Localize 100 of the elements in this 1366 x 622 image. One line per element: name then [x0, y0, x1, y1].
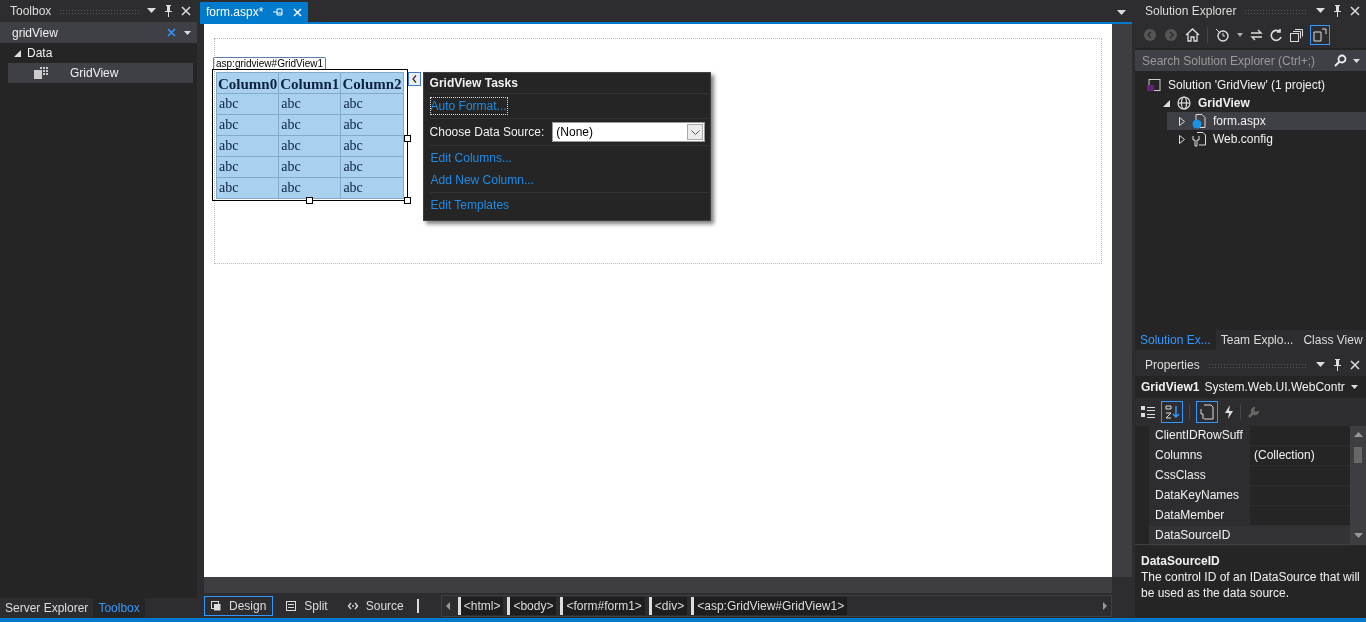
scrollbar[interactable]: [1350, 426, 1366, 544]
scrollbar-thumb[interactable]: [1354, 447, 1362, 463]
table-cell: abc: [216, 135, 279, 157]
close-icon[interactable]: [181, 6, 191, 16]
table-cell: abc: [216, 114, 279, 136]
property-row[interactable]: DataSourceID: [1149, 526, 1350, 546]
tree-label: Web.config: [1213, 132, 1273, 146]
expanded-icon[interactable]: [1163, 99, 1170, 107]
sync-icon[interactable]: [1250, 29, 1263, 41]
toolbox-group[interactable]: Data: [0, 43, 197, 63]
tree-item[interactable]: form.aspx: [1167, 112, 1366, 130]
panel-tab[interactable]: Toolbox: [93, 598, 145, 618]
tree-label: Solution 'GridView' (1 project): [1168, 78, 1326, 92]
tree-item[interactable]: Web.config: [1167, 130, 1366, 148]
close-icon[interactable]: [1350, 6, 1360, 16]
clock-icon[interactable]: [1215, 28, 1230, 42]
column-header: Column1: [278, 72, 341, 94]
dropdown-icon[interactable]: [147, 8, 156, 14]
scroll-down-icon[interactable]: [1353, 533, 1363, 538]
refresh-icon[interactable]: [1270, 28, 1283, 42]
pin-icon[interactable]: [1333, 5, 1342, 17]
lightning-icon[interactable]: [1224, 405, 1234, 419]
tag-breadcrumb[interactable]: <div>: [648, 596, 688, 615]
close-icon[interactable]: [1350, 360, 1360, 370]
property-row[interactable]: Columns (Collection): [1149, 446, 1350, 466]
search-field[interactable]: gridView: [0, 22, 197, 43]
property-row[interactable]: CssClass: [1149, 466, 1350, 486]
property-value[interactable]: (Collection): [1250, 446, 1350, 465]
task-link[interactable]: Edit Templates: [429, 196, 511, 214]
search-icon[interactable]: [1334, 54, 1347, 67]
tree-label: GridView: [1198, 96, 1250, 110]
resize-handle[interactable]: [403, 197, 411, 204]
categorized-icon[interactable]: [1141, 405, 1155, 419]
wrench-icon[interactable]: [1247, 405, 1261, 419]
config-file-icon: [1192, 131, 1206, 147]
solution-icon: [1147, 78, 1161, 92]
tag-breadcrumb[interactable]: <body>: [507, 596, 557, 615]
pin-icon[interactable]: [164, 5, 173, 17]
panel-title: Properties: [1145, 358, 1200, 372]
pin-icon[interactable]: [1333, 359, 1342, 371]
collapse-all-icon[interactable]: [1290, 28, 1303, 42]
task-link[interactable]: Auto Format...: [429, 97, 508, 115]
property-row[interactable]: DataKeyNames: [1149, 486, 1350, 506]
grid-view[interactable]: Column0 Column1 Column2 abc abc abc abc abc abc abc abc abc abc abc abc abc abc abc: [216, 72, 404, 199]
tree-item[interactable]: GridView: [1151, 94, 1366, 112]
tree-item[interactable]: Solution 'GridView' (1 project): [1135, 76, 1366, 94]
panel-tab[interactable]: Team Explo...: [1215, 330, 1299, 350]
sort-alphabetical-icon[interactable]: [1161, 401, 1183, 423]
search-field[interactable]: Search Solution Explorer (Ctrl+;): [1135, 50, 1366, 71]
dropdown-icon[interactable]: [1117, 10, 1126, 16]
table-cell: abc: [216, 177, 279, 199]
resize-handle[interactable]: [403, 135, 411, 142]
object-selector[interactable]: GridView1 System.Web.UI.WebContr: [1135, 376, 1366, 398]
property-row[interactable]: DataMember: [1149, 506, 1350, 526]
panel-tab[interactable]: Solution Ex...: [1135, 330, 1216, 350]
panel-title: GridView Tasks: [429, 74, 708, 94]
toolbox-item[interactable]: GridView: [8, 63, 193, 83]
property-name[interactable]: Columns: [1149, 446, 1250, 465]
column-header: Column0: [216, 72, 279, 94]
resize-handle[interactable]: [306, 197, 313, 204]
view-tab[interactable]: Source: [340, 595, 411, 616]
property-name[interactable]: DataKeyNames: [1149, 486, 1250, 505]
scrollbar[interactable]: [1112, 24, 1132, 577]
scrollbar[interactable]: [204, 577, 1112, 593]
panel-tab[interactable]: Class View: [1298, 330, 1366, 350]
property-name[interactable]: ClientIDRowSuff: [1149, 426, 1250, 445]
table-cell: abc: [340, 156, 404, 178]
source-icon: [347, 601, 358, 610]
data-source-dropdown[interactable]: (None): [552, 122, 706, 142]
tag-breadcrumb[interactable]: <html>: [457, 596, 504, 615]
view-tab[interactable]: Split: [279, 595, 335, 616]
dropdown-icon[interactable]: [1316, 362, 1325, 368]
table-cell: abc: [278, 114, 341, 136]
home-icon[interactable]: [1185, 28, 1200, 42]
tag-breadcrumb[interactable]: <asp:GridView#GridView1>: [691, 596, 848, 615]
dropdown-icon[interactable]: [1237, 33, 1243, 37]
view-tab[interactable]: Design: [204, 595, 274, 616]
task-link[interactable]: Add New Column...: [429, 171, 535, 189]
collapsed-icon[interactable]: [1179, 116, 1185, 126]
table-cell: abc: [278, 135, 341, 157]
table-cell: abc: [340, 177, 404, 199]
task-link[interactable]: Edit Columns...: [429, 149, 513, 167]
panel-title: Toolbox: [10, 4, 52, 18]
globe-icon: [1177, 96, 1191, 110]
design-icon: [211, 600, 221, 611]
panel-tab[interactable]: Server Explorer: [0, 598, 94, 618]
property-name[interactable]: CssClass: [1149, 466, 1250, 485]
properties-page-icon[interactable]: [1196, 401, 1218, 423]
dropdown-icon[interactable]: [1316, 8, 1325, 14]
dropdown-icon[interactable]: [184, 30, 191, 35]
property-row[interactable]: ClientIDRowSuff: [1149, 426, 1350, 446]
scroll-up-icon[interactable]: [1353, 432, 1363, 437]
properties-icon[interactable]: [1310, 25, 1330, 45]
collapsed-icon[interactable]: [1179, 134, 1185, 144]
dropdown-icon[interactable]: [1353, 58, 1360, 63]
tag-breadcrumb[interactable]: <form#form1>: [560, 596, 645, 615]
expanded-icon[interactable]: [14, 49, 21, 57]
property-name[interactable]: DataMember: [1149, 506, 1250, 525]
table-cell: abc: [340, 135, 404, 157]
clear-icon[interactable]: [167, 28, 176, 37]
